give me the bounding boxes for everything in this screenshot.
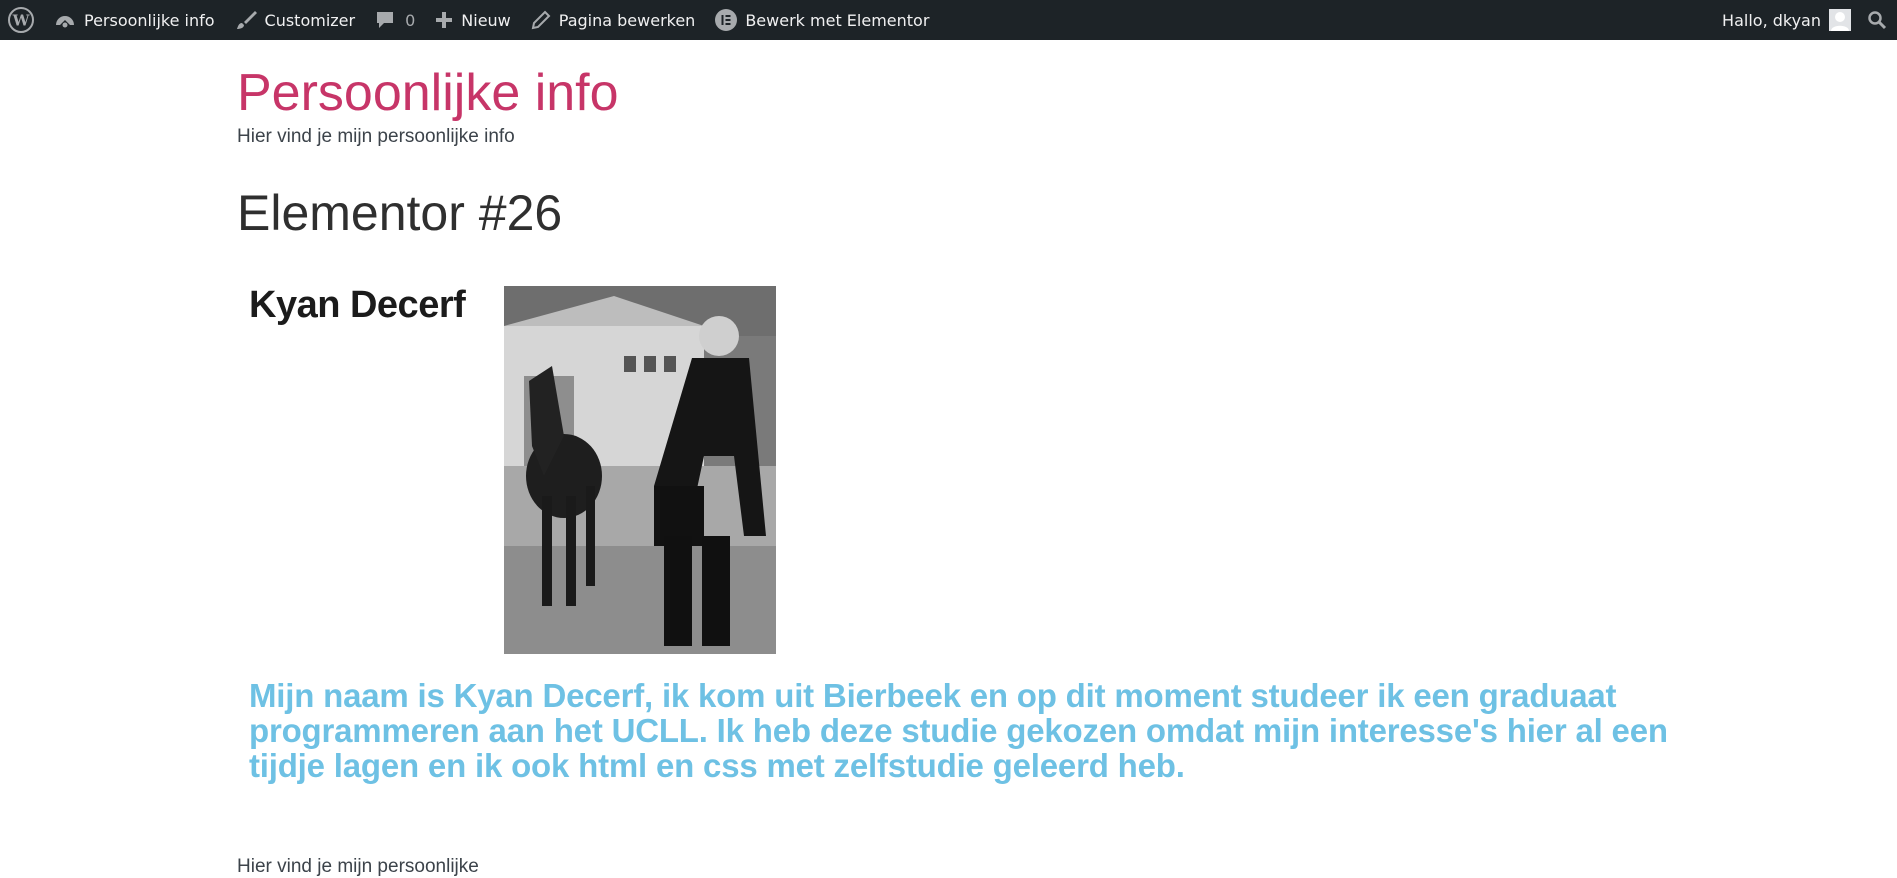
- new-content-menu[interactable]: Nieuw: [425, 0, 520, 40]
- search-icon: [1868, 11, 1887, 30]
- edit-with-elementor-label: Bewerk met Elementor: [745, 10, 930, 30]
- dashboard-icon: [56, 16, 74, 28]
- account-menu[interactable]: Hallo, dkyan: [1712, 0, 1857, 40]
- admin-bar: W Persoonlijke info Customizer 0 Nieuw P…: [0, 0, 1897, 40]
- site-description: Hier vind je mijn persoonlijke info: [237, 126, 515, 147]
- comment-icon: [377, 12, 394, 28]
- brush-icon: [236, 11, 257, 29]
- profile-photo-image: [504, 286, 776, 654]
- comments-count: 0: [405, 10, 416, 30]
- new-content-label: Nieuw: [461, 10, 511, 30]
- page-title: Elementor #26: [237, 185, 563, 241]
- wordpress-icon: W: [8, 7, 34, 33]
- customizer-menu[interactable]: Customizer: [225, 0, 366, 40]
- comments-menu[interactable]: 0: [365, 0, 425, 40]
- search-button[interactable]: [1857, 0, 1897, 40]
- site-title[interactable]: Persoonlijke info: [237, 60, 619, 126]
- svg-text:W: W: [12, 12, 31, 30]
- avatar: [1829, 9, 1851, 31]
- plus-icon: [436, 12, 453, 28]
- site-name-label: Persoonlijke info: [84, 10, 215, 30]
- pencil-icon: [531, 10, 551, 30]
- elementor-icon: [715, 9, 738, 31]
- name-heading: Kyan Decerf: [249, 284, 466, 326]
- avatar-icon: [1831, 12, 1849, 31]
- edit-page-label: Pagina bewerken: [558, 10, 696, 30]
- edit-page-menu[interactable]: Pagina bewerken: [521, 0, 706, 40]
- footer-description: Hier vind je mijn persoonlijke: [237, 856, 479, 877]
- bio-text: Mijn naam is Kyan Decerf, ik kom uit Bie…: [249, 677, 1668, 784]
- edit-with-elementor-menu[interactable]: Bewerk met Elementor: [705, 0, 939, 40]
- wordpress-logo-button[interactable]: W: [0, 0, 44, 40]
- customizer-label: Customizer: [264, 10, 356, 30]
- greeting-label: Hallo, dkyan: [1722, 10, 1821, 30]
- profile-photo: [504, 286, 776, 654]
- site-name-menu[interactable]: Persoonlijke info: [44, 0, 225, 40]
